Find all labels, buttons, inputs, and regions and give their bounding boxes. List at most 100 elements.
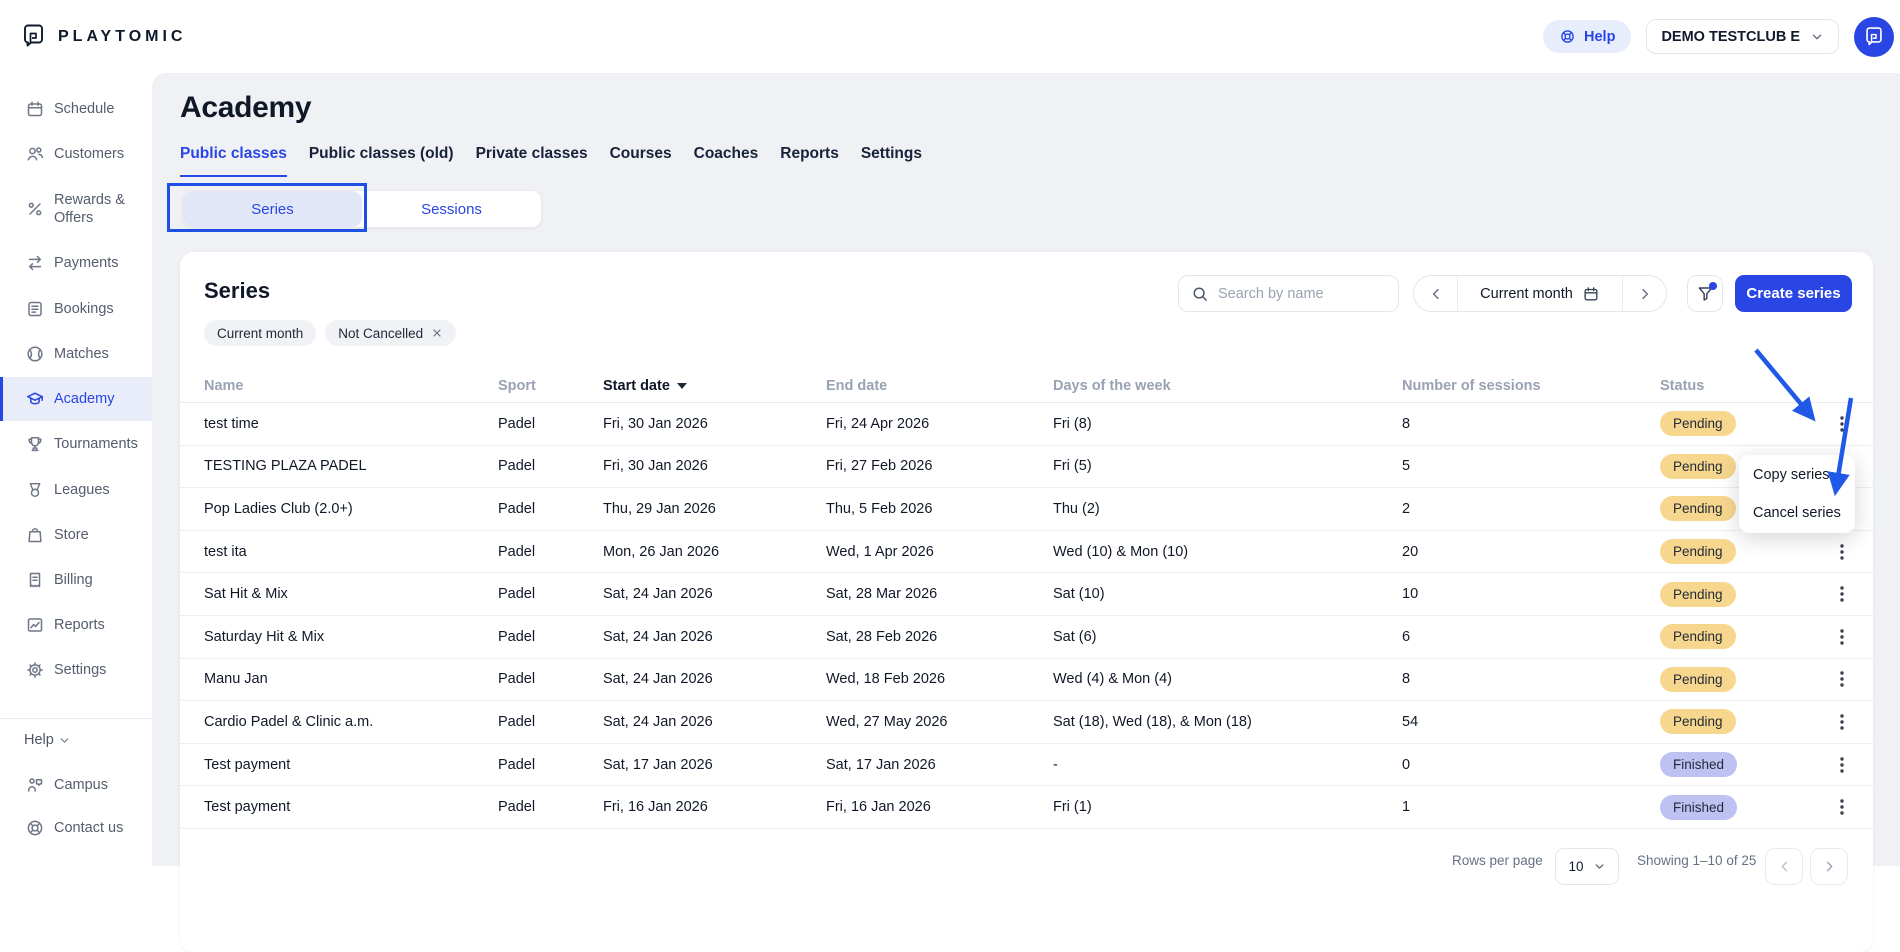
cell-sport: Padel xyxy=(498,671,603,687)
help-button[interactable]: Help xyxy=(1543,20,1631,53)
table-row[interactable]: Manu Jan Padel Sat, 24 Jan 2026 Wed, 18 … xyxy=(180,659,1873,702)
medal-icon xyxy=(25,480,45,500)
create-series-button[interactable]: Create series xyxy=(1735,275,1852,312)
cell-sport: Padel xyxy=(498,629,603,645)
status-badge: Pending xyxy=(1660,582,1736,607)
status-badge: Pending xyxy=(1660,709,1736,734)
cell-start-date: Fri, 30 Jan 2026 xyxy=(603,458,826,474)
sidebar-item-campus[interactable]: Campus xyxy=(0,763,152,807)
sidebar-item-academy[interactable]: Academy xyxy=(0,377,152,421)
cell-end-date: Wed, 27 May 2026 xyxy=(826,714,1053,730)
cell-sessions: 20 xyxy=(1402,544,1660,560)
cell-sessions: 0 xyxy=(1402,757,1660,773)
col-name[interactable]: Name xyxy=(204,378,498,394)
next-month-button[interactable] xyxy=(1622,276,1666,311)
cell-start-date: Sat, 24 Jan 2026 xyxy=(603,671,826,687)
table-row[interactable]: test time Padel Fri, 30 Jan 2026 Fri, 24… xyxy=(180,403,1873,446)
table-row[interactable]: Test payment Padel Sat, 17 Jan 2026 Sat,… xyxy=(180,744,1873,787)
series-card: Series Current month Create series xyxy=(180,252,1873,952)
cell-end-date: Fri, 27 Feb 2026 xyxy=(826,458,1053,474)
sidebar-item-store[interactable]: Store xyxy=(0,513,152,557)
sidebar-item-settings[interactable]: Settings xyxy=(0,648,152,692)
row-actions-kebab-icon[interactable] xyxy=(1832,753,1852,777)
cell-sessions: 8 xyxy=(1402,416,1660,432)
next-page-button[interactable] xyxy=(1810,848,1848,885)
previous-month-button[interactable] xyxy=(1414,276,1458,311)
col-status[interactable]: Status xyxy=(1660,378,1832,394)
filter-chips: Current month Not Cancelled xyxy=(204,320,456,346)
campus-icon xyxy=(25,775,45,795)
cell-sport: Padel xyxy=(498,586,603,602)
tab-courses[interactable]: Courses xyxy=(610,145,672,177)
tab-reports[interactable]: Reports xyxy=(780,145,839,177)
tab-settings[interactable]: Settings xyxy=(861,145,922,177)
month-selector: Current month xyxy=(1413,275,1667,312)
main-content: Academy Public classes Public classes (o… xyxy=(152,73,1900,866)
club-selector[interactable]: DEMO TESTCLUB E xyxy=(1646,19,1839,54)
tab-coaches[interactable]: Coaches xyxy=(694,145,759,177)
sidebar-item-payments[interactable]: Payments xyxy=(0,241,152,285)
trophy-icon xyxy=(25,434,45,454)
col-start-date[interactable]: Start date xyxy=(603,378,826,394)
context-menu-cancel-series[interactable]: Cancel series xyxy=(1739,494,1855,532)
account-avatar[interactable] xyxy=(1854,17,1894,57)
table-row[interactable]: TESTING PLAZA PADEL Padel Fri, 30 Jan 20… xyxy=(180,446,1873,489)
row-context-menu: Copy series Cancel series xyxy=(1739,455,1855,533)
col-sport[interactable]: Sport xyxy=(498,378,603,394)
toggle-series[interactable]: Series xyxy=(183,191,362,227)
current-month-button[interactable]: Current month xyxy=(1458,276,1622,311)
filter-button[interactable] xyxy=(1687,275,1723,312)
chip-current-month[interactable]: Current month xyxy=(204,320,316,346)
row-actions-kebab-icon[interactable] xyxy=(1832,582,1852,606)
tab-private-classes[interactable]: Private classes xyxy=(476,145,588,177)
sidebar-item-billing[interactable]: Billing xyxy=(0,558,152,602)
table-row[interactable]: Sat Hit & Mix Padel Sat, 24 Jan 2026 Sat… xyxy=(180,573,1873,616)
transfer-arrows-icon xyxy=(25,253,45,273)
row-actions-kebab-icon[interactable] xyxy=(1832,710,1852,734)
cell-end-date: Fri, 24 Apr 2026 xyxy=(826,416,1053,432)
row-actions-kebab-icon[interactable] xyxy=(1832,667,1852,691)
table-row[interactable]: Cardio Padel & Clinic a.m. Padel Sat, 24… xyxy=(180,701,1873,744)
club-name: DEMO TESTCLUB E xyxy=(1661,29,1800,45)
row-actions-kebab-icon[interactable] xyxy=(1832,795,1852,819)
tab-public-classes[interactable]: Public classes xyxy=(180,145,287,177)
table-row[interactable]: Pop Ladies Club (2.0+) Padel Thu, 29 Jan… xyxy=(180,488,1873,531)
series-sessions-toggle: Series Sessions xyxy=(182,190,542,228)
sidebar-help-section[interactable]: Help xyxy=(24,730,71,750)
col-end-date[interactable]: End date xyxy=(826,378,1053,394)
toggle-sessions[interactable]: Sessions xyxy=(362,191,541,227)
previous-page-button[interactable] xyxy=(1765,848,1803,885)
cell-start-date: Sat, 24 Jan 2026 xyxy=(603,586,826,602)
cell-end-date: Wed, 18 Feb 2026 xyxy=(826,671,1053,687)
sidebar-item-leagues[interactable]: Leagues xyxy=(0,468,152,512)
row-actions-kebab-icon[interactable] xyxy=(1832,625,1852,649)
tab-public-classes-old[interactable]: Public classes (old) xyxy=(309,145,454,177)
search-input[interactable] xyxy=(1218,286,1383,302)
chip-not-cancelled[interactable]: Not Cancelled xyxy=(325,320,456,346)
row-actions-kebab-icon[interactable] xyxy=(1832,540,1852,564)
rows-per-page-select[interactable]: 10 xyxy=(1555,848,1619,885)
status-badge: Pending xyxy=(1660,496,1736,521)
calendar-icon xyxy=(25,99,45,119)
sidebar-item-bookings[interactable]: Bookings xyxy=(0,287,152,331)
status-badge: Pending xyxy=(1660,667,1736,692)
cell-days: Wed (10) & Mon (10) xyxy=(1053,544,1402,560)
col-days[interactable]: Days of the week xyxy=(1053,378,1402,394)
table-row[interactable]: Saturday Hit & Mix Padel Sat, 24 Jan 202… xyxy=(180,616,1873,659)
sidebar-item-reports[interactable]: Reports xyxy=(0,603,152,647)
cell-end-date: Sat, 17 Jan 2026 xyxy=(826,757,1053,773)
context-menu-copy-series[interactable]: Copy series xyxy=(1739,456,1855,494)
col-sessions[interactable]: Number of sessions xyxy=(1402,378,1660,394)
sidebar-item-schedule[interactable]: Schedule xyxy=(0,87,152,131)
sidebar-item-rewards-offers[interactable]: Rewards & Offers xyxy=(0,178,152,240)
sidebar-item-matches[interactable]: Matches xyxy=(0,332,152,376)
sidebar-item-customers[interactable]: Customers xyxy=(0,132,152,176)
gear-icon xyxy=(25,660,45,680)
sort-desc-icon xyxy=(677,383,687,389)
table-row[interactable]: Test payment Padel Fri, 16 Jan 2026 Fri,… xyxy=(180,786,1873,829)
sidebar-item-tournaments[interactable]: Tournaments xyxy=(0,422,152,466)
close-icon[interactable] xyxy=(431,327,443,339)
sidebar-item-contact-us[interactable]: Contact us xyxy=(0,806,152,850)
table-row[interactable]: test ita Padel Mon, 26 Jan 2026 Wed, 1 A… xyxy=(180,531,1873,574)
row-actions-kebab-icon[interactable] xyxy=(1832,412,1852,436)
